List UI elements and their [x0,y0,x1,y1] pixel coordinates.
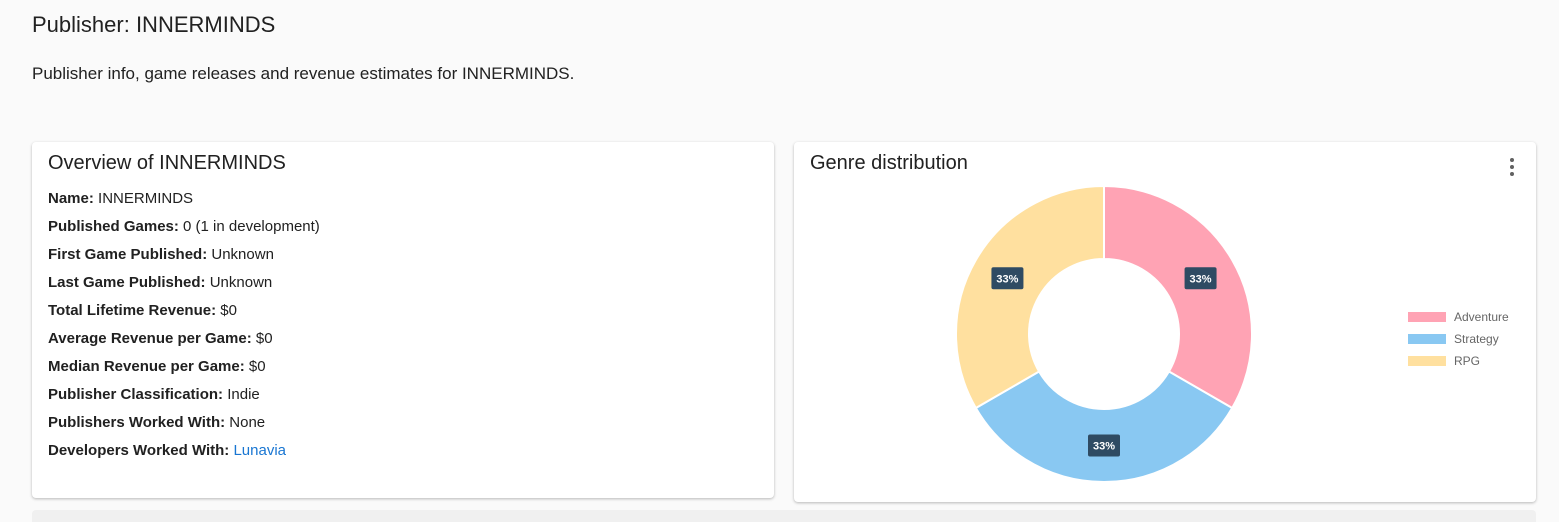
legend-swatch [1408,312,1446,322]
info-row-last-game: Last Game Published: Unknown [48,272,320,300]
info-value: $0 [220,302,237,319]
info-label: Total Lifetime Revenue: [48,302,217,319]
page-title: Publisher: INNERMINDS [32,12,276,37]
info-row-total-revenue: Total Lifetime Revenue: $0 [48,300,320,328]
overview-card: Overview of INNERMINDS Name: INNERMINDS … [32,142,774,498]
info-value: 0 (1 in development) [183,218,320,235]
info-label: Median Revenue per Game: [48,358,245,375]
data-label-text: 33% [1093,441,1115,453]
info-label: Publisher Classification: [48,386,224,403]
legend-item-rpg[interactable]: RPG [1408,350,1509,372]
info-row-published-games: Published Games: 0 (1 in development) [48,216,320,244]
info-label: Publishers Worked With: [48,414,226,431]
info-row-first-game: First Game Published: Unknown [48,244,320,272]
legend-item-adventure[interactable]: Adventure [1408,306,1509,328]
slice-rpg[interactable] [955,184,1105,410]
legend-label: Strategy [1454,332,1499,346]
developer-link[interactable]: Lunavia [233,442,286,459]
genre-card: Genre distribution 33% 33% 33% Adventure St… [794,142,1536,502]
info-value: Indie [227,386,260,403]
overview-info-list: Name: INNERMINDS Published Games: 0 (1 i… [48,188,320,468]
legend-item-strategy[interactable]: Strategy [1408,328,1509,350]
info-row-average-revenue: Average Revenue per Game: $0 [48,328,320,356]
page-subtitle: Publisher info, game releases and revenu… [32,64,575,83]
legend-label: RPG [1454,354,1481,368]
next-card-edge [32,510,1536,522]
info-value: $0 [255,330,273,347]
slice-data-label: 33% [1184,267,1217,290]
legend-label: Adventure [1454,310,1509,324]
chart-legend: Adventure Strategy RPG [1408,306,1509,372]
info-row-median-revenue: Median Revenue per Game: $0 [48,356,320,384]
info-row-classification: Publisher Classification: Indie [48,384,320,412]
slice-strategy[interactable] [974,370,1234,483]
info-value: $0 [248,358,266,375]
info-value: Unknown [211,246,274,263]
info-label: Published Games: [48,218,179,235]
info-label: Name: [48,190,94,207]
info-row-publishers-worked-with: Publishers Worked With: None [48,412,320,440]
overview-card-title: Overview of INNERMINDS [48,152,286,174]
info-label: Last Game Published: [48,274,206,291]
info-label: Developers Worked With: [48,442,230,459]
legend-swatch [1408,356,1446,366]
info-value: Unknown [209,274,273,291]
info-row-developers-worked-with: Developers Worked With: Lunavia [48,440,320,468]
info-row-name: Name: INNERMINDS [48,188,320,216]
slice-data-label: 33% [991,267,1024,290]
slice-data-label: 33% [1088,434,1120,457]
slice-adventure[interactable] [1103,184,1253,410]
info-label: Average Revenue per Game: [48,330,252,347]
info-label: First Game Published: [48,246,208,263]
data-label-text: 33% [996,273,1018,285]
info-value: INNERMINDS [98,190,194,207]
info-value: None [229,414,266,431]
legend-swatch [1408,334,1446,344]
data-label-text: 33% [1190,273,1212,285]
